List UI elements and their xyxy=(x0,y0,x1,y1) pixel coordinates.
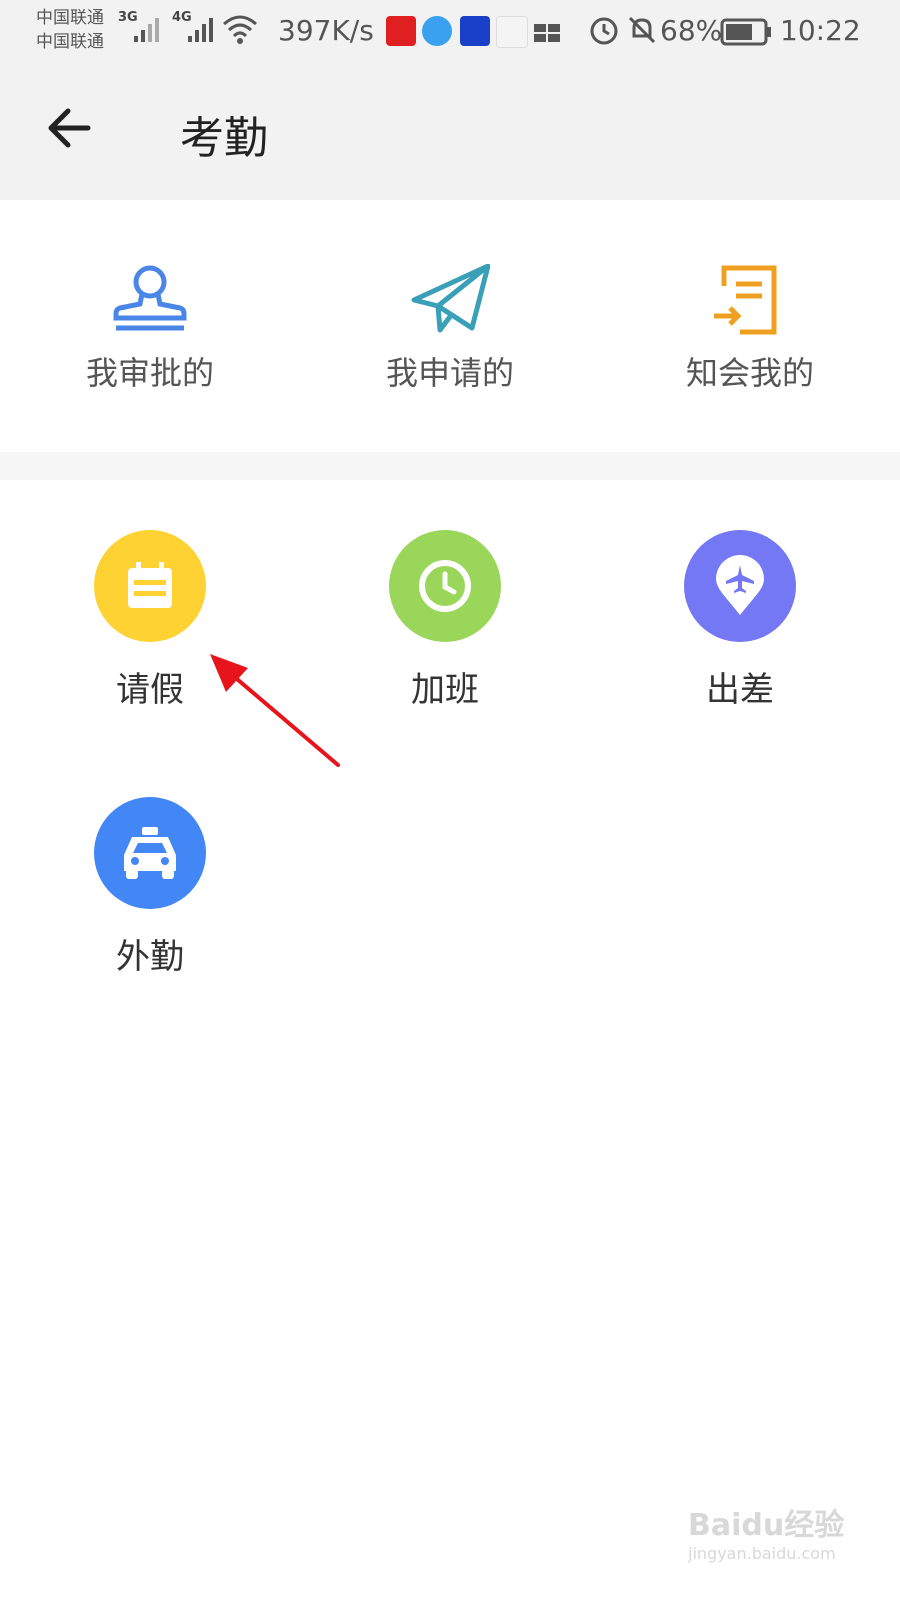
carrier-labels: 中国联通 中国联通 xyxy=(36,6,104,54)
battery-icon xyxy=(720,18,771,46)
alarm-icon xyxy=(590,17,618,45)
annotation-arrow xyxy=(210,654,340,767)
shortcut-notified-to-me[interactable]: 知会我的 xyxy=(600,200,900,452)
status-bar: 中国联通 中国联通 3G 4G 397K/s 68% 10:22 xyxy=(0,0,900,62)
leave-icon-circle xyxy=(94,530,206,642)
shortcut-label: 我申请的 xyxy=(385,354,514,392)
shortcut-label: 我审批的 xyxy=(85,354,214,392)
shortcut-row: 我审批的 我申请的 知会我的 xyxy=(0,200,900,452)
tile-field-work[interactable]: 外勤 xyxy=(0,797,300,997)
clock-time: 10:22 xyxy=(780,14,861,47)
mute-bell-icon xyxy=(628,16,656,44)
tile-label: 外勤 xyxy=(116,937,184,977)
paper-plane-icon xyxy=(411,264,490,333)
stamp-icon xyxy=(113,265,187,331)
watermark-brand: Baidu经验 xyxy=(688,1508,845,1543)
calendar-icon xyxy=(128,562,172,608)
network-speed: 397K/s xyxy=(278,14,374,47)
app-header: 考勤 xyxy=(0,62,900,200)
shortcut-my-applications[interactable]: 我申请的 xyxy=(300,200,600,452)
signal-icon xyxy=(134,18,159,42)
clock-icon xyxy=(419,560,471,612)
back-button[interactable] xyxy=(44,102,96,154)
overtime-icon-circle xyxy=(389,530,501,642)
tile-label: 出差 xyxy=(706,670,774,710)
shortcut-approved-by-me[interactable]: 我审批的 xyxy=(0,200,300,452)
signal-icon-2 xyxy=(188,18,213,42)
carrier-2: 中国联通 xyxy=(36,32,104,52)
browser-notification-icon xyxy=(422,16,452,46)
app-notification-icon xyxy=(386,16,416,46)
carrier-1: 中国联通 xyxy=(36,8,104,28)
business-trip-icon-circle xyxy=(684,530,796,642)
watermark-url: jingyan.baidu.com xyxy=(688,1544,836,1563)
page-title: 考勤 xyxy=(180,113,268,164)
field-work-icon-circle xyxy=(94,797,206,909)
job-app-notification-icon xyxy=(460,16,490,46)
document-arrow-icon xyxy=(714,265,777,335)
watermark: Baidu经验 jingyan.baidu.com xyxy=(688,1500,868,1580)
wifi-icon xyxy=(223,15,257,44)
battery-percent: 68% xyxy=(660,14,723,47)
car-icon xyxy=(124,827,176,879)
gallery-notification-icon xyxy=(534,24,560,42)
plane-pin-icon xyxy=(716,555,764,615)
arrow-left-icon xyxy=(48,108,91,148)
map-notification-icon xyxy=(496,16,528,48)
shortcut-label: 知会我的 xyxy=(685,354,814,392)
tile-business-trip[interactable]: 出差 xyxy=(590,530,890,730)
section-divider xyxy=(0,452,900,480)
